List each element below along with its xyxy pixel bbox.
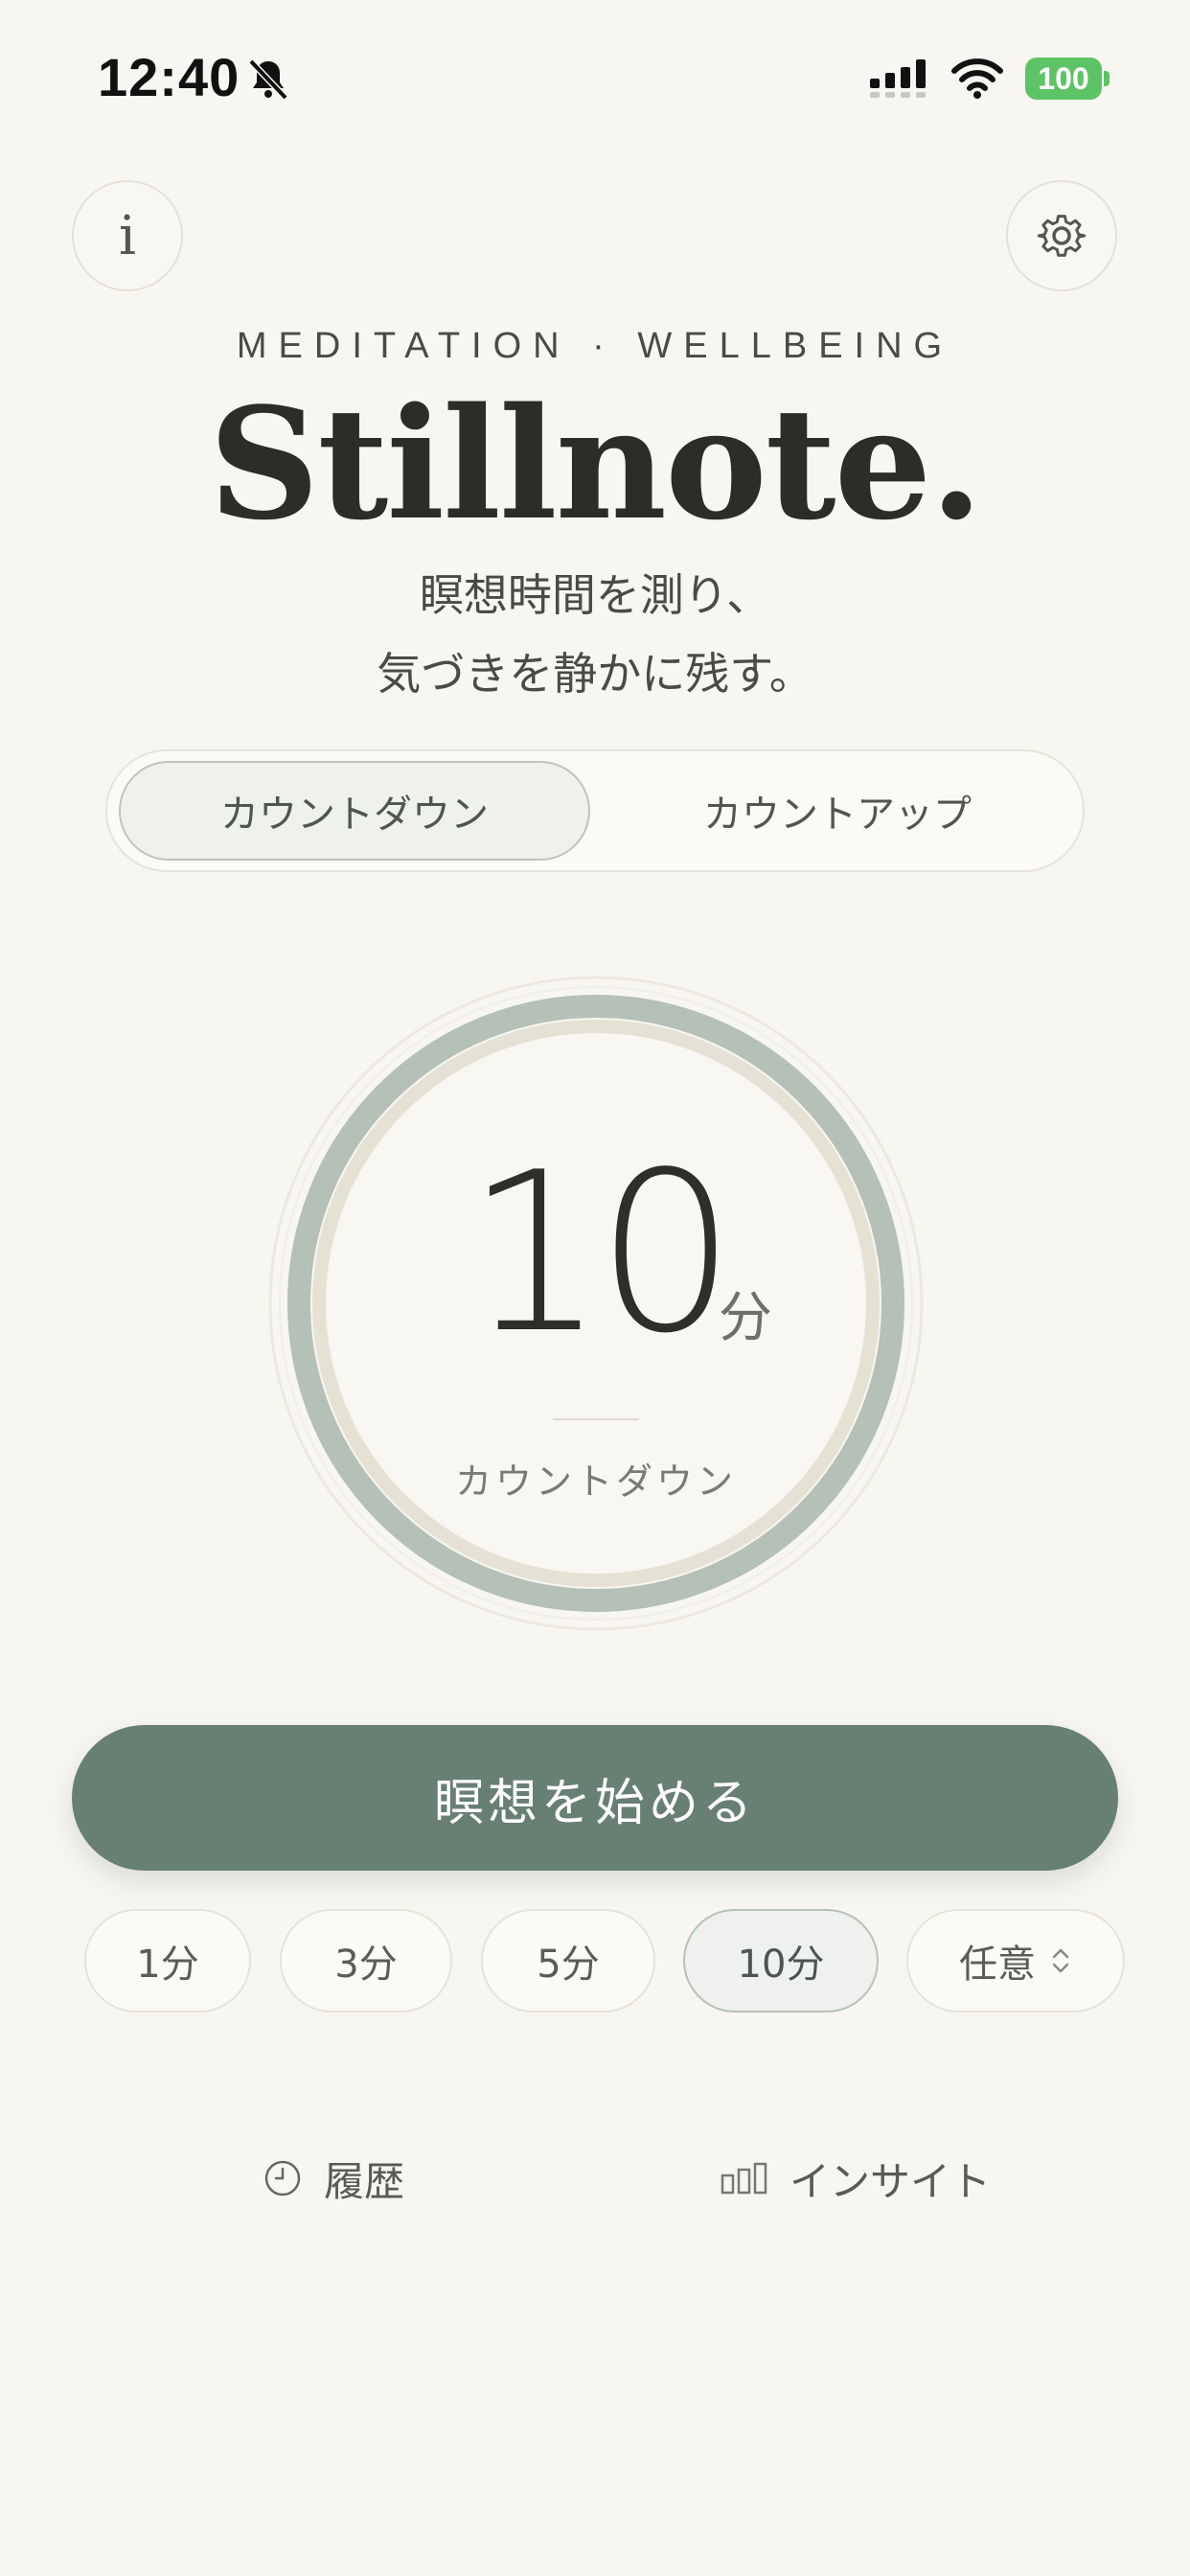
timer-mode-label: カウントダウン xyxy=(454,1460,737,1503)
preset-label: 1分 xyxy=(136,1943,199,1987)
battery-icon: 100 xyxy=(1025,58,1102,100)
preset-10min-button[interactable]: 10分 xyxy=(683,1909,879,2012)
timer-minutes: 10 xyxy=(465,1126,737,1382)
history-label: 履歴 xyxy=(324,2157,405,2205)
preset-1min-button[interactable]: 1分 xyxy=(84,1909,251,2012)
info-icon: i xyxy=(119,204,136,267)
preset-label: 5分 xyxy=(537,1943,600,1987)
preset-label: 任意 xyxy=(959,1943,1036,1987)
chevron-updown-icon xyxy=(1052,1948,1069,1973)
signal-icon xyxy=(870,59,926,98)
status-bar: 12:40 100 xyxy=(0,0,1190,153)
mode-toggle: カウントダウン カウントアップ xyxy=(105,749,1085,872)
timer-value: 10 xyxy=(261,1126,931,1382)
settings-button[interactable] xyxy=(1006,180,1117,291)
bell-slash-icon xyxy=(248,58,288,101)
app-title: Stillnote. xyxy=(208,374,983,554)
preset-label: 10分 xyxy=(737,1943,825,1987)
timer-dial: 10 分 カウントダウン xyxy=(261,968,931,1639)
timer-unit: 分 xyxy=(719,1287,772,1349)
insight-link[interactable]: インサイト xyxy=(721,2147,991,2210)
start-meditation-button[interactable]: 瞑想を始める xyxy=(72,1725,1118,1871)
history-link[interactable]: 履歴 xyxy=(263,2147,404,2210)
status-time: 12:40 xyxy=(98,47,240,107)
preset-custom-select[interactable]: 任意 xyxy=(906,1909,1125,2012)
wifi-icon xyxy=(951,58,1003,99)
bar-chart-icon xyxy=(721,2162,767,2195)
preset-5min-button[interactable]: 5分 xyxy=(481,1909,655,2012)
preset-label: 3分 xyxy=(334,1943,398,1987)
timer-divider xyxy=(553,1418,639,1420)
insight-label: インサイト xyxy=(790,2157,992,2205)
battery-tip xyxy=(1104,71,1110,86)
mode-option-countup[interactable]: カウントアップ xyxy=(602,761,1073,861)
gear-icon xyxy=(1037,215,1087,257)
clock-icon xyxy=(264,2160,301,2196)
subtitle-line-2: 気づきを静かに残す。 xyxy=(377,648,813,700)
subtitle: 瞑想時間を測り、 気づきを静かに残す。 xyxy=(0,556,1190,713)
subtitle-line-1: 瞑想時間を測り、 xyxy=(419,569,771,621)
mode-option-countdown[interactable]: カウントダウン xyxy=(119,761,590,861)
eyebrow-text: MEDITATION · WELLBEING xyxy=(236,326,954,366)
preset-3min-button[interactable]: 3分 xyxy=(280,1909,452,2012)
info-button[interactable]: i xyxy=(72,180,183,291)
